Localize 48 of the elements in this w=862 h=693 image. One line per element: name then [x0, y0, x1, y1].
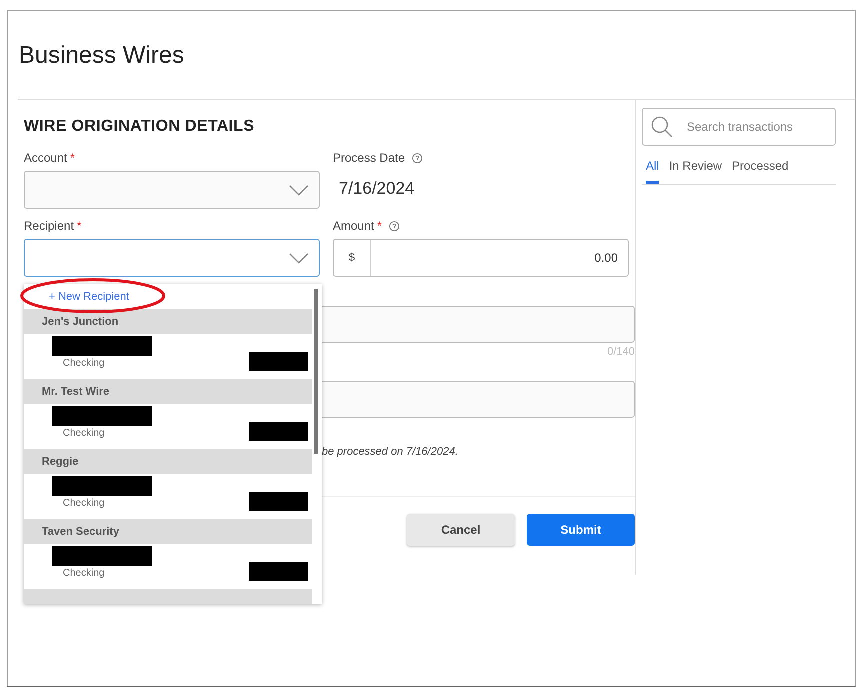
help-icon[interactable]	[389, 220, 400, 232]
field-label: Recipient	[24, 219, 74, 233]
required-mark: *	[77, 219, 82, 233]
account-type: Checking	[63, 568, 105, 579]
chevron-icon	[289, 253, 309, 265]
help-icon[interactable]	[412, 152, 424, 164]
amount-value: 0.00	[594, 251, 619, 265]
account-type: Checking	[63, 498, 105, 509]
chevron-icon	[289, 185, 309, 197]
submit-button[interactable]: Submit	[527, 514, 635, 546]
amount-field[interactable]: $ 0.00	[333, 239, 629, 277]
redaction-bar	[249, 562, 308, 581]
account-option[interactable]: Checking	[24, 404, 312, 449]
group-header: Reggie	[24, 449, 312, 474]
group-header: Jen's Junction	[24, 309, 312, 334]
recipient-select[interactable]	[24, 239, 320, 277]
currency-prefix: $	[334, 240, 371, 276]
search-icon	[651, 116, 673, 138]
account-option[interactable]: Checking	[24, 334, 312, 379]
field-label: Amount	[333, 219, 374, 233]
account-type: Checking	[63, 358, 105, 369]
filter-tab[interactable]: Processed	[732, 158, 789, 184]
required-mark: *	[70, 151, 76, 165]
page-title: Business Wires	[18, 41, 186, 71]
account-select[interactable]	[24, 171, 320, 209]
scrollbar[interactable]	[312, 284, 322, 604]
filter-tab[interactable]: In Review	[669, 158, 722, 184]
character-counter: 0/140	[606, 346, 635, 360]
account-type: Checking	[63, 428, 105, 439]
filter-tab[interactable]: All	[646, 158, 660, 184]
redaction-bar	[249, 352, 308, 371]
search-field[interactable]: Search transactions	[642, 108, 836, 146]
redaction-bar	[249, 492, 308, 511]
new-recipient-link[interactable]: + New Recipient	[24, 284, 312, 309]
process-note: be processed on 7/16/2024.	[322, 446, 460, 458]
account-option[interactable]: Checking	[24, 474, 312, 519]
cancel-button[interactable]: Cancel	[407, 514, 515, 546]
group-header: Taven Security	[24, 519, 312, 544]
text-field[interactable]	[322, 381, 635, 418]
field-label: Process Date	[333, 151, 406, 165]
process-date-value: 7/16/2024	[338, 178, 416, 200]
redaction-bar	[249, 422, 308, 441]
group-header: Mr. Test Wire	[24, 379, 312, 404]
field-label: Account	[24, 151, 68, 165]
section-heading: WIRE ORIGINATION DETAILS	[24, 118, 256, 137]
memo-field[interactable]	[322, 306, 635, 343]
account-option[interactable]: Checking	[24, 544, 312, 589]
required-mark: *	[377, 219, 382, 233]
